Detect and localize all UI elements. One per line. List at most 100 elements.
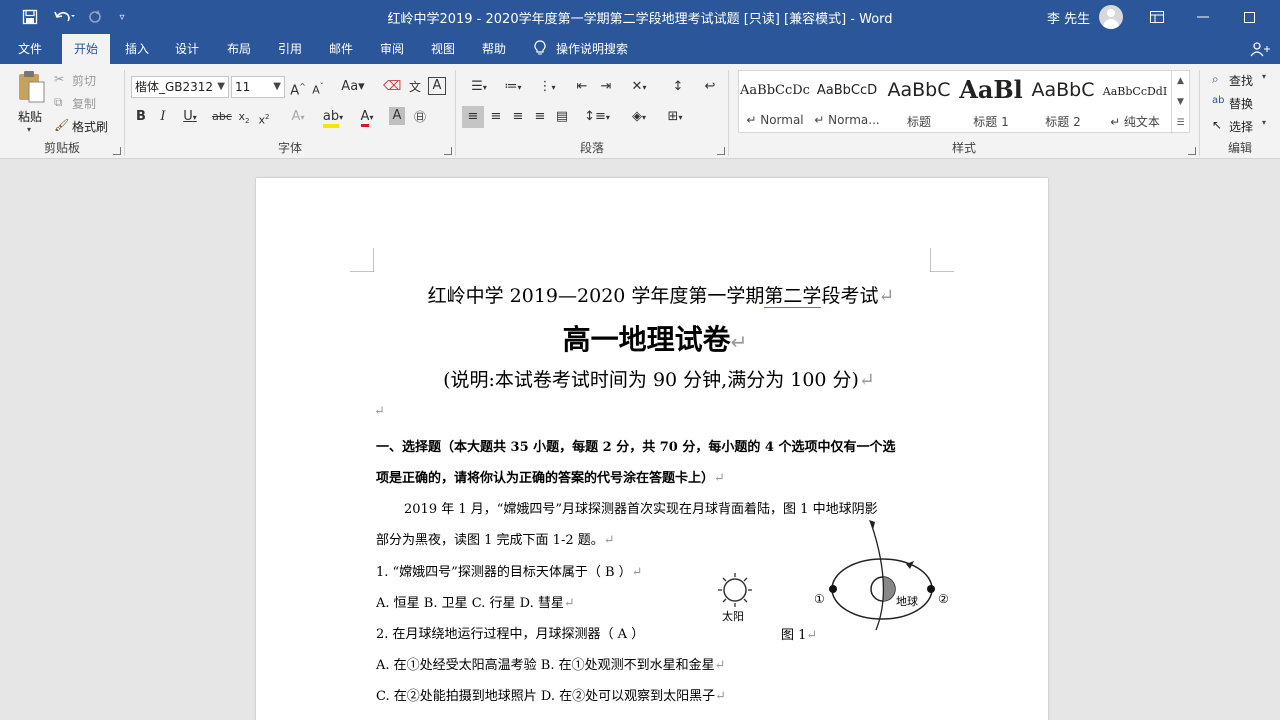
chinese-layout-icon[interactable]: ✕▾ (624, 77, 654, 98)
intro-paragraph: 2019 年 1 月，“嫦娥四号”月球探测器首次实现在月球背面着陆，图 1 中地… (404, 498, 878, 517)
bullets-icon[interactable]: ☰▾ (464, 77, 494, 98)
character-border-icon[interactable]: A (428, 77, 446, 95)
find-label: 查找 (1229, 74, 1254, 88)
tab-mailings[interactable]: 邮件 (322, 34, 360, 64)
replace-icon: ab (1212, 95, 1225, 106)
numbering-icon[interactable]: ≔▾ (498, 77, 528, 98)
paragraph-group-label: 段落 (579, 141, 604, 155)
change-case-icon[interactable]: Aa▾ (337, 77, 369, 97)
share-icon[interactable] (1250, 41, 1270, 61)
question-2-options-cd: C. 在②处能拍摄到地球照片 D. 在②处可以观察到太阳黑子↵ (376, 685, 726, 704)
tell-me-search[interactable]: 操作说明搜索 (534, 34, 628, 64)
shrink-font-icon[interactable]: Aˇ (309, 77, 327, 101)
sun-label: 太阳 (722, 610, 744, 623)
clear-formatting-icon[interactable]: ⌫ (383, 77, 401, 97)
align-center-icon[interactable]: ≡ (486, 107, 506, 127)
title-text: 高一地理试卷 (562, 323, 731, 356)
clipboard-launcher-icon[interactable] (113, 147, 121, 155)
title-bar: ▿ 红岭中学2019 - 2020学年度第一学期第二学段地理考试试题 [只读] … (0, 0, 1280, 34)
paragraph-mark: ↵ (730, 330, 748, 354)
paragraph-mark: ↵ (563, 596, 575, 611)
school-line-text: 段考试 (821, 285, 879, 307)
note-text: (说明:本试卷考试时间为 90 分钟,满分为 100 分) (443, 369, 859, 391)
tab-layout[interactable]: 布局 (220, 34, 258, 64)
tab-file[interactable]: 文件 (8, 34, 52, 64)
clipboard-group: 粘贴 ▾ ✂ 剪切 ⧉ 复制 🖌 格式刷 剪贴板 (0, 64, 124, 159)
tab-help[interactable]: 帮助 (475, 34, 513, 64)
font-size-select[interactable]: 11 ▼ (231, 76, 285, 98)
borders-icon[interactable]: ⊞▾ (660, 107, 690, 128)
save-icon[interactable] (18, 0, 42, 34)
multilevel-list-icon[interactable]: ⋮▾ (532, 77, 562, 98)
character-shading-icon[interactable]: A (389, 107, 405, 125)
options-text: A. 在①处经受太阳高温考验 B. 在①处观测不到水星和金星 (376, 658, 715, 673)
shading-icon[interactable]: ◈▾ (624, 107, 654, 128)
strikethrough-icon[interactable]: abc (211, 107, 233, 127)
maximize-button[interactable] (1226, 0, 1272, 34)
customize-toolbar-icon[interactable]: ▿ (114, 0, 130, 34)
redo-icon[interactable] (84, 0, 106, 34)
font-name-select[interactable]: 楷体_GB2312 ▼ (131, 76, 229, 98)
document-title: 高一地理试卷↵ (256, 318, 1048, 358)
position-2-dot (927, 585, 935, 593)
section-text: 一、选择题（本大题共 35 小题，每题 2 分，共 70 分，每小题的 4 个选… (376, 440, 896, 455)
section-heading: 一、选择题（本大题共 35 小题，每题 2 分，共 70 分，每小题的 4 个选… (376, 436, 895, 455)
distributed-icon[interactable]: ▤ (552, 107, 572, 127)
position-1-dot (829, 585, 837, 593)
subscript-icon[interactable]: x2 (235, 107, 253, 131)
undo-icon[interactable] (50, 0, 78, 34)
editing-group-label: 编辑 (1227, 141, 1252, 155)
format-painter-label: 格式刷 (72, 120, 109, 134)
tab-design[interactable]: 设计 (168, 34, 206, 64)
minimize-button[interactable] (1180, 0, 1226, 34)
paste-icon (19, 71, 45, 103)
paragraph-mark: ↵ (631, 565, 643, 580)
earth-label: 地球 (896, 595, 918, 608)
line-spacing-icon[interactable]: ↕≡▾ (582, 107, 612, 128)
user-name[interactable]: 李 先生 (1047, 8, 1090, 27)
text-effects-icon[interactable]: A▾ (285, 107, 311, 128)
styles-launcher-icon[interactable] (1188, 147, 1196, 155)
tab-view[interactable]: 视图 (424, 34, 462, 64)
grow-font-icon[interactable]: A^ (289, 77, 307, 101)
styles-group: 样式 (729, 64, 1199, 159)
margin-corner-mark (350, 248, 374, 272)
show-formatting-icon[interactable]: ↩ (700, 77, 720, 97)
document-page[interactable]: 红岭中学 2019—2020 学年度第一学期第二学段考试↵ 高一地理试卷↵ (说… (256, 178, 1048, 720)
justify-icon[interactable]: ≡ (530, 107, 550, 127)
styles-group-label: 样式 (951, 141, 976, 155)
instructions-note: (说明:本试卷考试时间为 90 分钟,满分为 100 分)↵ (256, 365, 1048, 392)
cursor-icon: ↖ (1212, 118, 1223, 132)
increase-indent-icon[interactable]: ⇥ (596, 77, 616, 97)
section-text: 项是正确的，请将你认为正确的答案的代号涂在答题卡上） (376, 471, 715, 486)
paste-dropdown-icon[interactable]: ▾ (27, 125, 31, 134)
tab-review[interactable]: 审阅 (373, 34, 411, 64)
tab-home[interactable]: 开始 (62, 34, 110, 65)
tab-references[interactable]: 引用 (271, 34, 309, 64)
font-group-label: 字体 (277, 141, 302, 155)
search-icon: ⌕ (1212, 72, 1219, 86)
avatar[interactable] (1099, 5, 1123, 29)
paintbrush-icon: 🖌 (54, 118, 70, 132)
phonetic-guide-icon[interactable]: 文 (406, 77, 424, 97)
italic-icon[interactable]: I (155, 107, 171, 127)
highlight-icon[interactable]: ab▾ (319, 107, 347, 128)
replace-label: 替换 (1229, 97, 1254, 111)
align-left-icon[interactable]: ≡ (462, 106, 484, 128)
superscript-icon[interactable]: x2 (255, 107, 273, 131)
sort-icon[interactable]: ↕ (668, 77, 688, 97)
bold-icon[interactable]: B (133, 107, 149, 127)
question-1: 1. “嫦娥四号”探测器的目标天体属于（ B ）↵ (376, 561, 643, 580)
question-text: 1. “嫦娥四号”探测器的目标天体属于（ B ） (376, 565, 632, 580)
align-right-icon[interactable]: ≡ (508, 107, 528, 127)
enclose-characters-icon[interactable]: ㊐ (411, 107, 429, 127)
font-color-icon[interactable]: A▾ (353, 107, 381, 128)
underline-icon[interactable]: U▾ (177, 107, 203, 128)
paragraph-launcher-icon[interactable] (717, 147, 725, 155)
tab-insert[interactable]: 插入 (118, 34, 156, 64)
paste-label: 粘贴 (18, 110, 43, 124)
font-launcher-icon[interactable] (444, 147, 452, 155)
paste-button[interactable]: 粘贴 ▾ (14, 70, 48, 134)
decrease-indent-icon[interactable]: ⇤ (572, 77, 592, 97)
ribbon-display-options-icon[interactable] (1134, 0, 1180, 34)
